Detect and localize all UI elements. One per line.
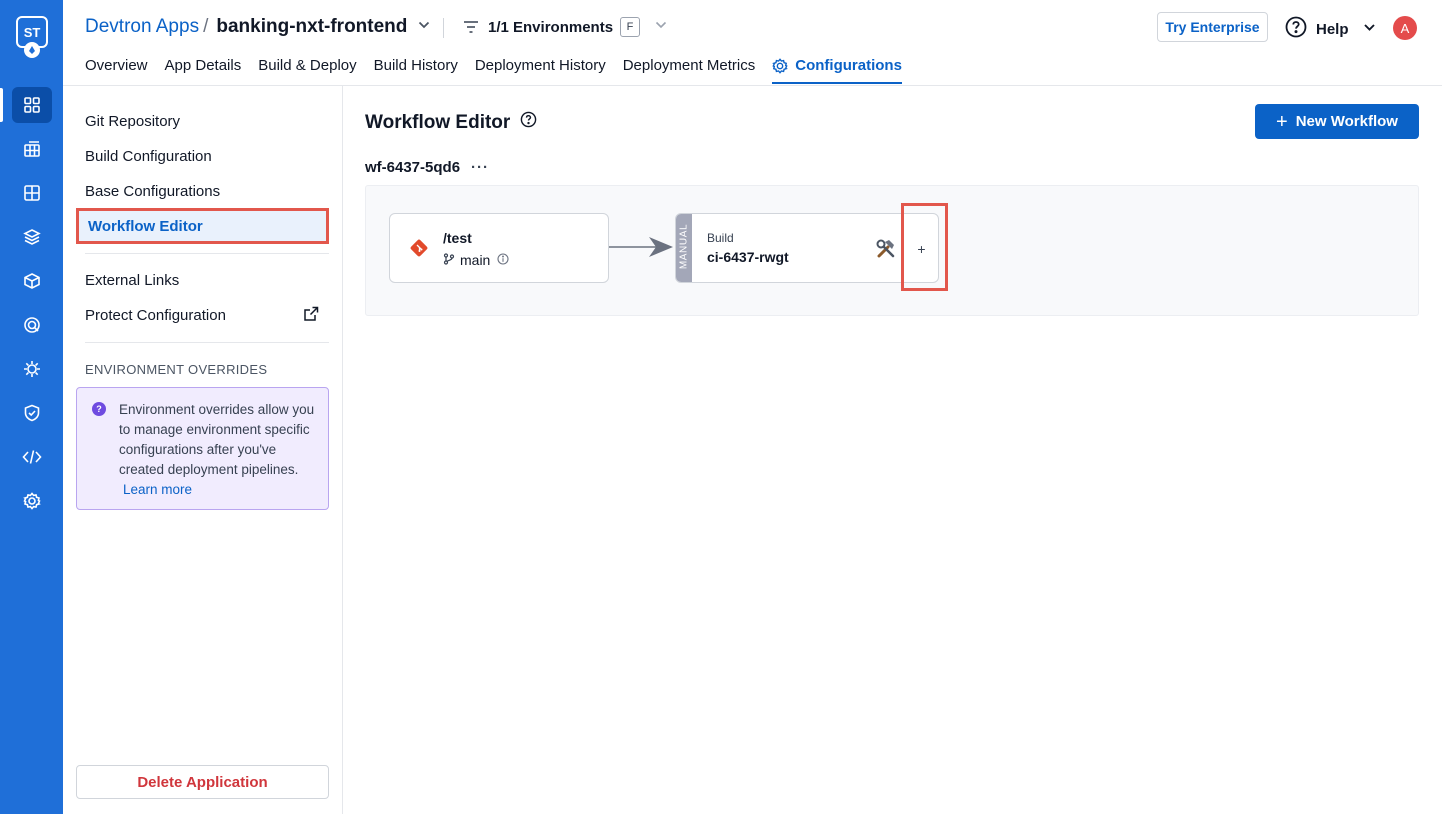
app-tabs: Overview App Details Build & Deploy Buil… (85, 57, 919, 84)
shield-check-icon[interactable] (12, 395, 52, 431)
breadcrumb-devtron-apps-link[interactable]: Devtron Apps (85, 16, 199, 38)
sidebar-item-external-links[interactable]: External Links (85, 272, 179, 289)
source-path: /test (443, 230, 472, 246)
sidebar-item-git-repository[interactable]: Git Repository (85, 113, 180, 130)
user-avatar[interactable]: A (1393, 16, 1417, 40)
chart-store-icon[interactable] (12, 175, 52, 211)
apps-icon[interactable] (12, 87, 52, 123)
code-icon[interactable] (12, 439, 52, 475)
breadcrumb: Devtron Apps / banking-nxt-frontend (85, 16, 431, 38)
app-switcher-chevron-icon[interactable] (417, 16, 431, 38)
gear-cluster-icon[interactable] (12, 351, 52, 387)
environment-badge: F (620, 17, 641, 37)
build-node[interactable]: MANUAL Build ci-6437-rwgt + (675, 213, 939, 283)
tab-overview[interactable]: Overview (85, 57, 148, 83)
tab-app-details[interactable]: App Details (165, 57, 242, 83)
plus-icon: + (1276, 110, 1288, 133)
try-enterprise-button[interactable]: Try Enterprise (1157, 12, 1268, 42)
help-menu[interactable]: Help (1285, 16, 1376, 42)
manual-trigger-label: MANUAL (678, 223, 690, 270)
breadcrumb-separator: / (203, 16, 209, 37)
environment-overrides-info: ? Environment overrides allow you to man… (76, 387, 329, 510)
logo-badge-icon (24, 42, 40, 58)
source-branch: main (443, 252, 509, 268)
tab-deployment-history[interactable]: Deployment History (475, 57, 606, 83)
build-tools-icon (875, 238, 897, 265)
workflow-canvas: /test main MANUAL Build ci-6437-rwgt + (365, 185, 1419, 316)
help-label: Help (1316, 20, 1349, 38)
devtron-logo[interactable]: ST (16, 16, 48, 62)
build-label: Build (707, 231, 734, 245)
help-chevron-down-icon (1363, 21, 1376, 38)
new-workflow-label: New Workflow (1295, 113, 1398, 130)
header-divider (443, 18, 444, 38)
resource-browser-icon[interactable] (12, 219, 52, 255)
security-icon[interactable] (12, 307, 52, 343)
workflow-name: wf-6437-5qd6 (365, 159, 461, 176)
add-pipeline-highlight (901, 203, 948, 291)
settings-icon[interactable] (12, 483, 52, 519)
app-name: banking-nxt-frontend (216, 16, 408, 37)
tab-deployment-metrics[interactable]: Deployment Metrics (623, 57, 756, 83)
sidebar-item-build-configuration[interactable]: Build Configuration (85, 148, 212, 165)
active-rail-marker (0, 88, 3, 122)
environment-overrides-description: Environment overrides allow you to manag… (119, 402, 315, 477)
sidebar-divider (85, 253, 329, 254)
environments-label: 1/1 Environments (488, 18, 614, 36)
workflow-editor-panel: Workflow Editor + New Workflow wf-6437-5… (343, 86, 1442, 814)
question-icon: ? (92, 402, 106, 416)
environment-overrides-heading: ENVIRONMENT OVERRIDES (85, 362, 268, 377)
workflow-menu-icon[interactable]: ··· (471, 159, 489, 176)
page-title: Workflow Editor (365, 111, 537, 134)
left-nav-rail: ST (0, 0, 63, 814)
tab-build-history[interactable]: Build History (374, 57, 458, 83)
pipeline-connector-arrow (609, 237, 673, 257)
sidebar-item-base-configurations[interactable]: Base Configurations (85, 183, 220, 200)
help-circle-icon[interactable] (510, 111, 537, 134)
new-workflow-button[interactable]: + New Workflow (1255, 104, 1419, 139)
tab-configurations-label: Configurations (795, 57, 902, 74)
environment-filter[interactable]: 1/1 Environments F (463, 17, 668, 37)
configurations-sidebar: Git Repository Build Configuration Base … (63, 86, 343, 814)
environment-overrides-text: Environment overrides allow you to manag… (119, 400, 319, 500)
info-icon[interactable] (497, 252, 509, 268)
branch-icon (443, 252, 455, 268)
environment-dropdown-chevron-icon[interactable] (654, 18, 668, 36)
application-groups-icon[interactable] (12, 131, 52, 167)
git-icon (409, 238, 429, 263)
workflow-header: wf-6437-5qd6 ··· (365, 159, 489, 176)
manual-trigger-tag: MANUAL (676, 214, 692, 282)
tab-configurations[interactable]: Configurations (772, 57, 902, 84)
build-pipeline-name: ci-6437-rwgt (707, 249, 789, 265)
app-header: Devtron Apps / banking-nxt-frontend 1/1 … (63, 0, 1442, 86)
source-node[interactable]: /test main (389, 213, 609, 283)
branch-name: main (460, 252, 491, 268)
tab-build-deploy[interactable]: Build & Deploy (258, 57, 356, 83)
sidebar-item-workflow-editor[interactable]: Workflow Editor (76, 208, 329, 244)
filter-icon (464, 21, 478, 33)
help-icon (1285, 16, 1307, 42)
delete-application-button[interactable]: Delete Application (76, 765, 329, 799)
gear-icon (772, 57, 789, 74)
sidebar-item-protect-configuration[interactable]: Protect Configuration (85, 307, 226, 324)
sidebar-divider (85, 342, 329, 343)
cube-icon[interactable] (12, 263, 52, 299)
external-link-icon[interactable] (303, 306, 319, 327)
page-title-text: Workflow Editor (365, 111, 511, 133)
learn-more-link[interactable]: Learn more (123, 482, 192, 497)
